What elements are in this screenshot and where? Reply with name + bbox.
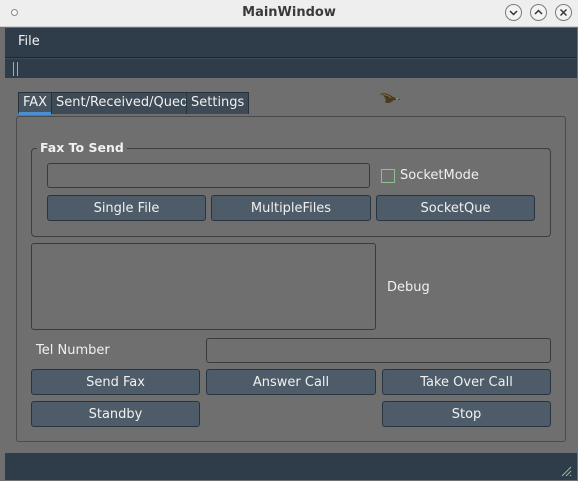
take-over-call-button[interactable]: Take Over Call bbox=[382, 369, 551, 395]
socket-mode-checkbox[interactable] bbox=[381, 169, 395, 183]
tab-fax-label: FAX bbox=[23, 95, 48, 110]
status-bar bbox=[5, 453, 577, 480]
tel-number-label: Tel Number bbox=[36, 343, 110, 358]
tab-fax[interactable]: FAX bbox=[18, 92, 53, 115]
window-title: MainWindow bbox=[242, 5, 336, 20]
file-path-input[interactable] bbox=[47, 163, 370, 188]
menu-bar: File bbox=[5, 28, 577, 58]
debug-label: Debug bbox=[387, 280, 430, 295]
fax-to-send-title: Fax To Send bbox=[37, 140, 127, 155]
answer-call-button[interactable]: Answer Call bbox=[206, 369, 376, 395]
tab-sent-received-qued[interactable]: Sent/Received/Qued bbox=[51, 92, 194, 114]
socket-que-button[interactable]: SocketQue bbox=[376, 195, 535, 221]
standby-button[interactable]: Standby bbox=[31, 401, 200, 427]
multiple-files-button[interactable]: MultipleFiles bbox=[211, 195, 371, 221]
maximize-button[interactable] bbox=[530, 4, 547, 21]
tab-sent-received-qued-label: Sent/Received/Qued bbox=[56, 95, 189, 110]
tel-number-input[interactable] bbox=[206, 338, 551, 363]
toolbar-handle[interactable] bbox=[13, 62, 18, 76]
minimize-button[interactable] bbox=[505, 4, 522, 21]
fax-to-send-group bbox=[31, 148, 551, 237]
bird-logo-icon bbox=[379, 91, 403, 105]
send-fax-button[interactable]: Send Fax bbox=[31, 369, 200, 395]
resize-grip-icon[interactable] bbox=[560, 465, 572, 477]
debug-text-area[interactable] bbox=[31, 243, 376, 330]
close-button[interactable] bbox=[555, 4, 572, 21]
tab-settings[interactable]: Settings bbox=[186, 92, 250, 114]
stop-button[interactable]: Stop bbox=[382, 401, 551, 427]
chevron-down-icon bbox=[509, 10, 518, 16]
socket-mode-label[interactable]: SocketMode bbox=[400, 168, 479, 183]
chevron-up-icon bbox=[534, 9, 543, 15]
single-file-button[interactable]: Single File bbox=[47, 195, 206, 221]
menu-file[interactable]: File bbox=[18, 34, 40, 49]
tab-settings-label: Settings bbox=[191, 95, 245, 110]
toolbar bbox=[5, 58, 577, 78]
close-icon bbox=[560, 9, 567, 16]
